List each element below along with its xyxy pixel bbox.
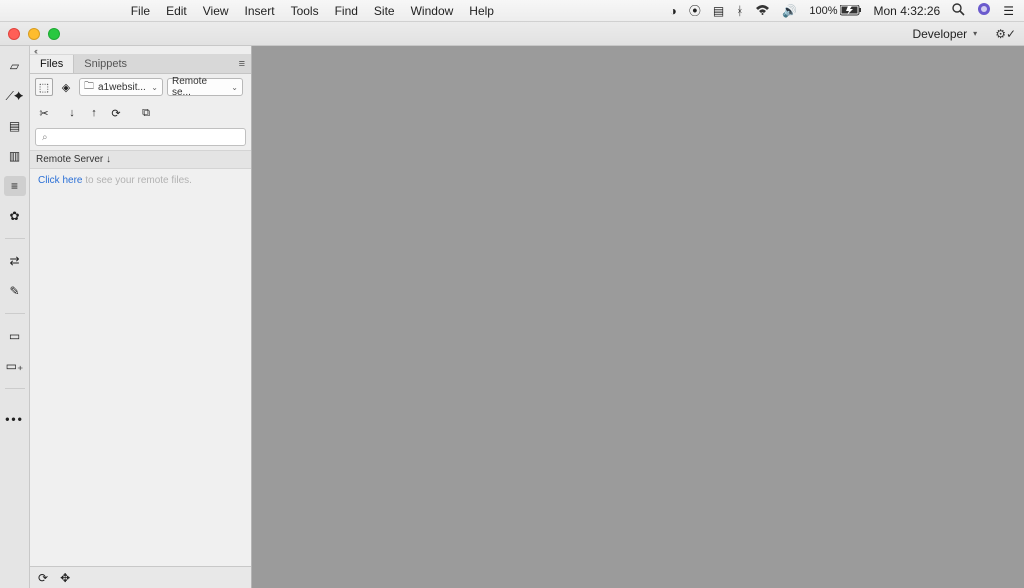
traffic-lights: [8, 28, 60, 40]
click-here-link[interactable]: Click here: [38, 175, 82, 186]
column-header-remote[interactable]: Remote Server ↓: [30, 150, 251, 169]
new-doc-icon[interactable]: ▱: [4, 56, 26, 76]
folder-icon: 🗀: [84, 79, 94, 96]
bluetooth-icon[interactable]: ᚼ: [736, 4, 743, 18]
mac-menubar: Dreamweaver CC File Edit View Insert Too…: [0, 0, 1024, 22]
click-here-rest: to see your remote files.: [82, 175, 192, 186]
tool-settings-icon[interactable]: ✿: [4, 206, 26, 226]
filter-box[interactable]: ⌕: [35, 128, 246, 146]
document-canvas: [252, 46, 1024, 588]
left-toolstrip: ▱ ⟋✦ ▤ ▥ ≡ ✿ ⇄ ✎ ▭ ▭₊ •••: [0, 46, 30, 588]
workspace-label: Developer: [912, 27, 967, 41]
more-tools-icon[interactable]: •••: [4, 409, 26, 429]
ftp-icon[interactable]: ⬚: [35, 78, 53, 96]
tool-dom-icon[interactable]: ▤: [4, 116, 26, 136]
battery-percent: 100%: [809, 5, 837, 17]
separator: [5, 238, 25, 239]
server-dropdown-label: Remote se...: [172, 76, 227, 98]
search-icon: ⌕: [42, 132, 48, 143]
site-dropdown[interactable]: 🗀 a1websit... ⌄: [79, 78, 163, 96]
put-icon[interactable]: ↑: [85, 104, 103, 122]
expand-icon[interactable]: ⧉: [137, 104, 155, 122]
app-body: ▱ ⟋✦ ▤ ▥ ≡ ✿ ⇄ ✎ ▭ ▭₊ ••• ‹‹ Files Snipp…: [0, 46, 1024, 588]
record-icon[interactable]: ⦿: [689, 2, 701, 19]
separator: [5, 313, 25, 314]
tab-files[interactable]: Files: [30, 55, 74, 73]
volume-icon[interactable]: 🔊: [782, 4, 797, 18]
menu-insert[interactable]: Insert: [245, 4, 275, 18]
remote-server-header-label: Remote Server: [36, 154, 103, 165]
workspace-switcher[interactable]: Developer ▾: [904, 25, 985, 43]
log-icon[interactable]: ✥: [60, 571, 70, 585]
close-window-button[interactable]: [8, 28, 20, 40]
chevron-down-icon: ⌄: [231, 83, 238, 92]
tool-css-icon[interactable]: ⇄: [4, 251, 26, 271]
menu-window[interactable]: Window: [411, 4, 454, 18]
minimize-window-button[interactable]: [28, 28, 40, 40]
tool-wand-icon[interactable]: ⟋✦: [4, 86, 26, 106]
tab-snippets[interactable]: Snippets: [74, 55, 137, 73]
tool-assets-icon[interactable]: ▥: [4, 146, 26, 166]
battery-status[interactable]: 100%: [809, 5, 861, 17]
disconnect-icon[interactable]: ✂: [35, 104, 53, 122]
wifi-icon[interactable]: [755, 4, 770, 18]
server-dropdown[interactable]: Remote se... ⌄: [167, 78, 243, 96]
spotlight-icon[interactable]: [952, 3, 965, 19]
menu-view[interactable]: View: [203, 4, 229, 18]
filter-input[interactable]: [52, 131, 239, 143]
tool-files-icon[interactable]: ≡: [4, 176, 26, 196]
file-list-area: Click here to see your remote files.: [30, 169, 251, 566]
siri-icon[interactable]: [977, 2, 991, 19]
control-center-icon[interactable]: ☰: [1003, 4, 1014, 18]
menu-site[interactable]: Site: [374, 4, 395, 18]
menu-tools[interactable]: Tools: [291, 4, 319, 18]
files-panel: ‹‹ Files Snippets ≡ ⬚ ◈ 🗀 a1websit... ⌄ …: [30, 46, 252, 588]
code-nav-icon[interactable]: ◈: [57, 78, 75, 96]
settings-icon[interactable]: ⚙✓: [995, 27, 1016, 41]
menu-edit[interactable]: Edit: [166, 4, 187, 18]
panel-bottombar: ⟳ ✥: [30, 566, 251, 588]
separator: [5, 388, 25, 389]
clock[interactable]: Mon 4:32:26: [874, 4, 941, 18]
site-dropdown-label: a1websit...: [98, 82, 146, 93]
status-icon-1[interactable]: ◑: [670, 4, 677, 18]
collapse-icon[interactable]: ‹‹: [34, 46, 36, 56]
tool-behaviors-icon[interactable]: ✎: [4, 281, 26, 301]
panel-menu-icon[interactable]: ≡: [239, 58, 245, 70]
chevron-down-icon: ⌄: [151, 83, 158, 92]
refresh-icon[interactable]: ⟳: [38, 571, 48, 585]
tool-git-icon[interactable]: ▭₊: [4, 356, 26, 376]
sync-icon[interactable]: ⟳: [107, 104, 125, 122]
menu-file[interactable]: File: [131, 4, 150, 18]
chevron-down-icon: ▾: [973, 29, 977, 38]
get-icon[interactable]: ↓: [63, 104, 81, 122]
menu-help[interactable]: Help: [469, 4, 494, 18]
tool-output-icon[interactable]: ▭: [4, 326, 26, 346]
zoom-window-button[interactable]: [48, 28, 60, 40]
menu-find[interactable]: Find: [335, 4, 358, 18]
sort-down-icon: ↓: [106, 154, 111, 165]
disk-icon[interactable]: ▤: [713, 4, 724, 18]
